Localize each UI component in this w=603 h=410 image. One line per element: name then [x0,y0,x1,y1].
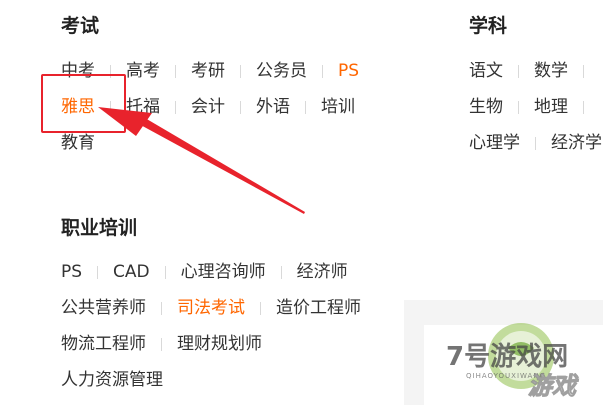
exam-section-title: 考试 [61,15,100,37]
vocational-link-cost-engineer[interactable]: 造价工程师 [276,298,361,318]
exam-link-toefl[interactable]: 托福 [126,97,160,117]
exam-link-education[interactable]: 教育 [61,133,95,153]
divider [583,64,584,78]
divider [583,100,584,114]
divider [535,136,536,150]
subject-link-geography[interactable]: 地理 [534,97,568,117]
divider [240,64,241,78]
vocational-section-title: 职业培训 [61,217,138,239]
subject-row-1: 语文 数学 [469,61,599,81]
divider [518,64,519,78]
vocational-link-financial-planner[interactable]: 理财规划师 [177,334,262,354]
subject-link-economics[interactable]: 经济学 [551,133,602,153]
subject-section-title: 学科 [469,15,508,37]
vocational-row-2: 公共营养师 司法考试 造价工程师 [61,298,361,318]
vocational-link-economist[interactable]: 经济师 [297,262,348,282]
annotation-highlight-box [41,74,126,133]
vocational-row-1: PS CAD 心理咨询师 经济师 [61,262,348,282]
subject-link-math[interactable]: 数学 [534,61,568,81]
subject-link-psychology[interactable]: 心理学 [469,133,520,153]
divider [161,301,162,315]
vocational-link-logistics-engineer[interactable]: 物流工程师 [61,334,146,354]
subject-row-3: 心理学 经济学 [469,133,602,153]
exam-link-gaokao[interactable]: 高考 [126,61,160,81]
vocational-link-counselor[interactable]: 心理咨询师 [181,262,266,282]
divider [175,64,176,78]
exam-link-ps[interactable]: PS [338,61,359,81]
subject-row-2: 生物 地理 [469,97,599,117]
exam-link-foreign-language[interactable]: 外语 [256,97,290,117]
divider [305,100,306,114]
divider [175,100,176,114]
subject-link-chinese[interactable]: 语文 [469,61,503,81]
divider [161,337,162,351]
vocational-link-nutritionist[interactable]: 公共营养师 [61,298,146,318]
exam-link-training[interactable]: 培训 [321,97,355,117]
vocational-link-cad[interactable]: CAD [113,262,150,282]
watermark-logo: 7号游戏网 QIHAOYOUXIWANG 游戏 [436,318,603,405]
divider [260,301,261,315]
vocational-link-hr-management[interactable]: 人力资源管理 [61,370,163,390]
divider [518,100,519,114]
watermark-game-text: 游戏 [528,372,577,401]
divider [280,265,282,279]
vocational-link-ps[interactable]: PS [61,262,82,282]
vocational-row-3: 物流工程师 理财规划师 [61,334,262,354]
exam-link-accounting[interactable]: 会计 [191,97,225,117]
divider [322,64,323,78]
vocational-row-4: 人力资源管理 [61,370,163,390]
exam-link-kaoyan[interactable]: 考研 [191,61,225,81]
exam-link-civil-servant[interactable]: 公务员 [256,61,307,81]
vocational-link-judicial-exam[interactable]: 司法考试 [177,298,245,318]
exam-row-3: 教育 [61,133,95,153]
divider [240,100,241,114]
subject-link-biology[interactable]: 生物 [469,97,503,117]
divider [164,265,166,279]
divider [97,265,99,279]
